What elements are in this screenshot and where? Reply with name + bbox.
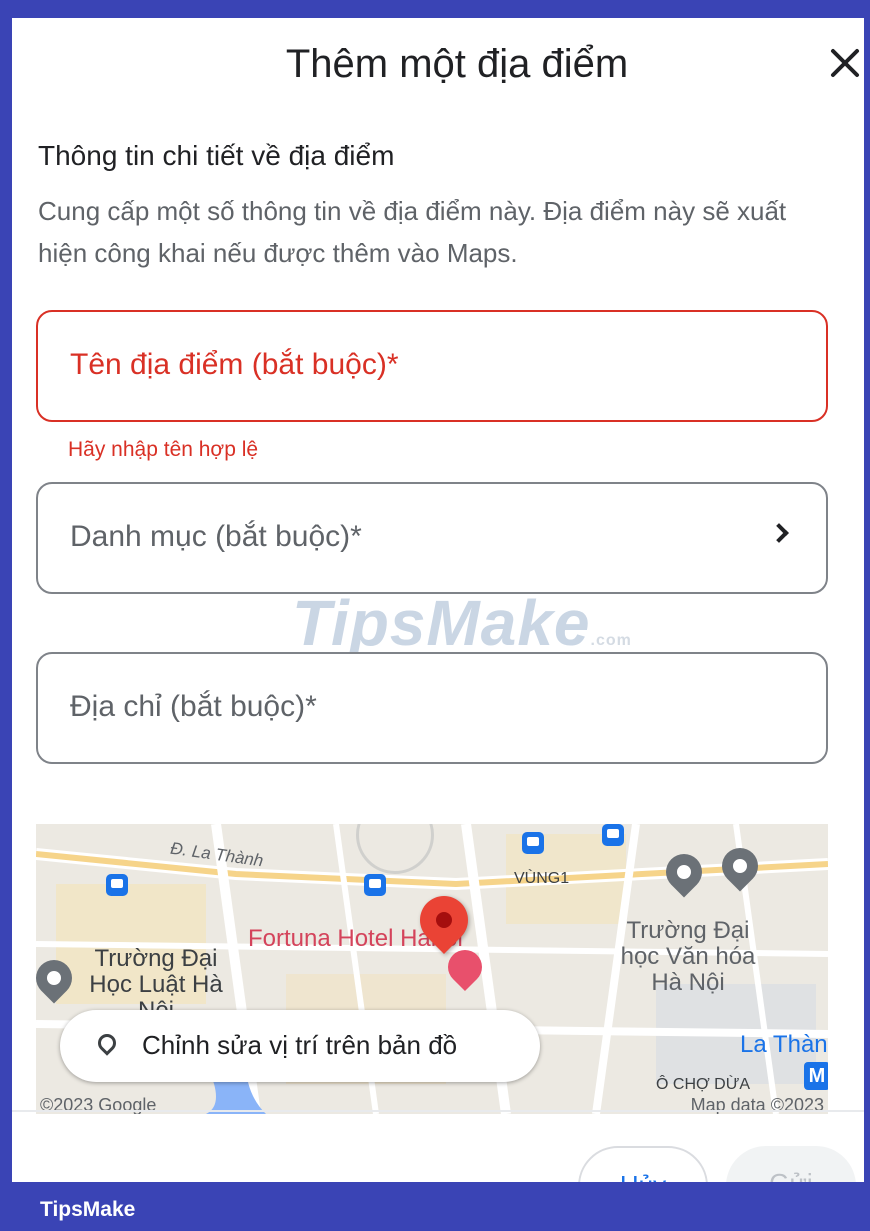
map-label-station: La Thàn xyxy=(740,1031,828,1058)
cancel-button[interactable]: Hủy xyxy=(578,1146,708,1182)
chevron-right-icon xyxy=(769,523,789,543)
category-label: Danh mục (bắt buộc)* xyxy=(70,520,362,553)
edit-location-button[interactable]: Chỉnh sửa vị trí trên bản đồ xyxy=(60,1010,540,1082)
edit-location-label: Chỉnh sửa vị trí trên bản đồ xyxy=(142,1030,458,1060)
add-place-dialog: Thêm một địa điểm Thông tin chi tiết về … xyxy=(12,18,864,1182)
actions-divider xyxy=(12,1110,864,1112)
bus-stop-icon xyxy=(106,874,128,896)
place-name-error: Hãy nhập tên hợp lệ xyxy=(68,438,259,461)
bus-stop-icon xyxy=(602,824,624,846)
footer-brand: TipsMake xyxy=(40,1198,136,1221)
address-field[interactable]: Địa chỉ (bắt buộc)* xyxy=(36,652,828,764)
metro-icon: M xyxy=(804,1062,828,1090)
bus-stop-icon xyxy=(364,874,386,896)
window-frame-right xyxy=(864,0,870,1231)
edit-pin-icon xyxy=(94,1030,120,1056)
close-icon[interactable] xyxy=(820,40,864,90)
bus-stop-icon xyxy=(522,832,544,854)
submit-button[interactable]: Gửi xyxy=(726,1146,856,1182)
watermark: TipsMake.com xyxy=(292,587,632,659)
dialog-title: Thêm một địa điểm xyxy=(285,42,629,86)
map-preview[interactable]: Đ. La Thành VÙNG1 Fortuna Hotel Hanoi Tr… xyxy=(36,824,828,1114)
place-name-field[interactable]: Tên địa điểm (bắt buộc)* xyxy=(36,310,828,422)
address-label: Địa chỉ (bắt buộc)* xyxy=(70,690,317,723)
section-heading: Thông tin chi tiết về địa điểm xyxy=(38,140,395,171)
category-field[interactable]: Danh mục (bắt buộc)* xyxy=(36,482,828,594)
map-label-culture-university: Trường Đại học Văn hóa Hà Nội xyxy=(620,917,756,996)
window-frame-left xyxy=(0,0,12,1231)
section-description: Cung cấp một số thông tin về địa điểm nà… xyxy=(38,196,787,268)
map-label-area: VÙNG1 xyxy=(514,870,570,887)
window-frame-top xyxy=(0,0,870,18)
place-name-label: Tên địa điểm (bắt buộc)* xyxy=(70,348,399,381)
